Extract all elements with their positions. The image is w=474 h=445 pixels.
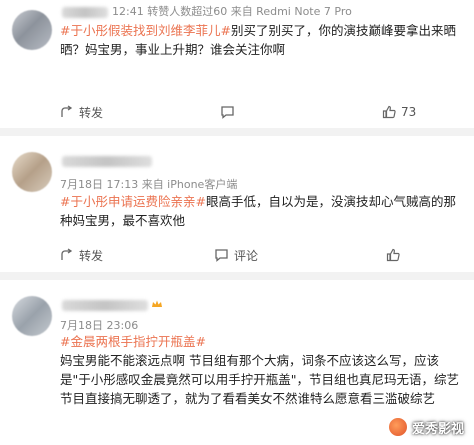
hashtag-link[interactable]: #金晨两根手指拧开瓶盖#	[60, 334, 206, 349]
thumbs-up-icon	[386, 248, 400, 262]
share-label: 转发	[79, 105, 104, 120]
avatar[interactable]	[12, 152, 52, 192]
comment-label: 评论	[234, 248, 259, 263]
share-button[interactable]: 转发	[60, 243, 103, 267]
username-blurred	[62, 156, 152, 167]
avatar[interactable]	[12, 10, 52, 50]
post-meta: 12:41 转赞人数超过60 来自 Redmi Note 7 Pro	[112, 5, 352, 18]
watermark-text: 爱秀影视	[411, 421, 464, 437]
watermark: 爱秀影视	[387, 417, 464, 437]
share-label: 转发	[79, 248, 104, 263]
comment-button[interactable]: 评论	[214, 243, 258, 267]
watermark-logo	[387, 417, 408, 437]
divider	[0, 128, 474, 136]
hashtag-link[interactable]: #于小彤申请运费险亲亲#	[60, 194, 206, 209]
post-text: #于小彤假装找到刘维李菲儿#别买了别买了，你的演技巅峰要拿出来晒晒？妈宝男，事业…	[60, 21, 464, 59]
like-count: 73	[401, 105, 417, 119]
action-bar: 转发 73	[0, 100, 474, 124]
like-button[interactable]	[386, 243, 405, 267]
share-icon	[61, 248, 73, 260]
post-meta: 7月18日 23:06	[60, 319, 139, 332]
comment-icon	[221, 106, 234, 119]
post-1: 12:41 转赞人数超过60 来自 Redmi Note 7 Pro #于小彤假…	[0, 0, 474, 128]
username-blurred	[62, 7, 108, 18]
hashtag-link[interactable]: #于小彤假装找到刘维李菲儿#	[60, 23, 231, 38]
post-body: 妈宝男能不能滚远点啊 节目组有那个大病，词条不应该这么写，应该是"于小彤感叹金晨…	[60, 353, 460, 406]
divider	[0, 272, 474, 280]
action-bar: 转发 评论	[0, 243, 474, 267]
comment-button[interactable]	[220, 100, 240, 124]
share-button[interactable]: 转发	[60, 100, 103, 124]
post-text: #金晨两根手指拧开瓶盖# 妈宝男能不能滚远点啊 节目组有那个大病，词条不应该这么写…	[60, 332, 464, 408]
vip-crown-icon	[152, 300, 162, 307]
comment-icon	[215, 249, 228, 262]
post-3: 7月18日 23:06 #金晨两根手指拧开瓶盖# 妈宝男能不能滚远点啊 节目组有那…	[0, 280, 474, 445]
username-blurred	[62, 300, 148, 311]
post-meta: 7月18日 17:13 来自 iPhone客户端	[60, 178, 238, 191]
post-text: #于小彤申请运费险亲亲#眼高手低，自以为是，没演技却心气贼高的那种妈宝男，最不喜…	[60, 192, 464, 230]
like-button[interactable]: 73	[382, 100, 416, 124]
avatar[interactable]	[12, 296, 52, 336]
post-2: 7月18日 17:13 来自 iPhone客户端 #于小彤申请运费险亲亲#眼高手…	[0, 136, 474, 272]
share-icon	[61, 105, 73, 117]
thumbs-up-icon	[382, 105, 396, 119]
